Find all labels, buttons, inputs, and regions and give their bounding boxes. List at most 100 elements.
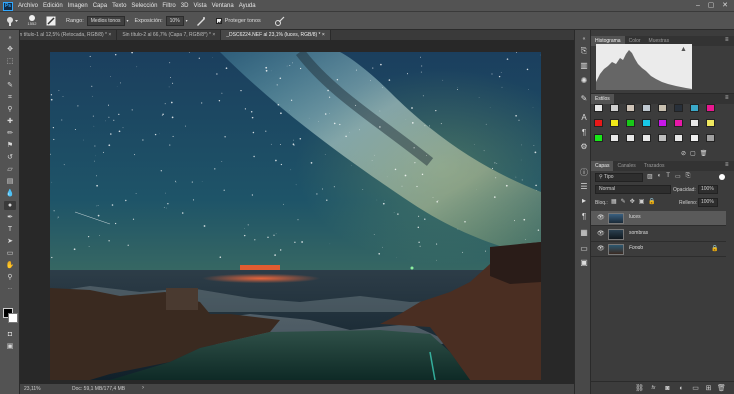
quick-selection-tool-icon[interactable]: ✎ — [4, 81, 16, 90]
delete-style-icon[interactable]: 🗑 — [700, 150, 708, 157]
clone-source-icon[interactable]: ⚙ — [579, 142, 589, 152]
brush-tool-icon[interactable]: ✏ — [4, 129, 16, 138]
path-selection-tool-icon[interactable]: ➤ — [4, 237, 16, 246]
layer-row-sombras[interactable]: 👁 sombras — [591, 227, 726, 242]
collapse-toolbar-icon[interactable]: » — [4, 34, 16, 43]
airbrush-toggle[interactable] — [196, 16, 206, 26]
exposure-input[interactable]: 10% — [165, 15, 184, 26]
libraries-panel-icon[interactable]: ☰ — [579, 182, 589, 192]
histogram-warning-icon[interactable]: ▲ — [680, 46, 687, 53]
type-tool-icon[interactable]: T — [4, 225, 16, 234]
history-brush-tool-icon[interactable]: ↺ — [4, 153, 16, 162]
style-swatch[interactable] — [610, 104, 619, 112]
clone-stamp-tool-icon[interactable]: ⚑ — [4, 141, 16, 150]
adjustment-filter-icon[interactable]: ◐ — [658, 173, 662, 180]
new-layer-icon[interactable]: ⊞ — [704, 384, 713, 393]
menu-item-ventana[interactable]: Ventana — [212, 3, 234, 9]
link-icon[interactable]: ⛓ — [635, 384, 644, 393]
more-tools-icon[interactable]: ··· — [4, 285, 16, 294]
tab-layers[interactable]: Capas — [591, 161, 614, 171]
style-swatch[interactable] — [690, 119, 699, 127]
background-color-swatch[interactable] — [8, 313, 18, 323]
style-swatch[interactable] — [706, 104, 715, 112]
style-swatch[interactable] — [626, 104, 635, 112]
info-panel-icon[interactable]: ⓘ — [579, 168, 589, 178]
lock-pixels-icon[interactable]: ✎ — [621, 198, 626, 205]
brush-settings-button[interactable] — [46, 16, 56, 26]
healing-brush-tool-icon[interactable]: ✚ — [4, 117, 16, 126]
style-swatch[interactable] — [594, 104, 603, 112]
eye-visibility-icon[interactable]: 👁 — [597, 246, 605, 252]
panel-menu-icon[interactable]: ≡ — [725, 95, 729, 101]
blend-mode-select[interactable]: Normal — [595, 185, 671, 194]
hand-tool-icon[interactable]: ✋ — [4, 261, 16, 270]
mask-icon[interactable]: ◙ — [663, 384, 672, 393]
minimize-icon[interactable]: – — [692, 1, 704, 11]
menu-item-vista[interactable]: Vista — [193, 3, 206, 9]
style-swatch[interactable] — [642, 134, 651, 142]
character-panel-icon[interactable]: A — [579, 113, 589, 123]
history-panel-icon[interactable]: ⎘ — [579, 46, 589, 56]
actions-panel-icon[interactable]: ▸ — [579, 196, 589, 206]
paragraph-panel-icon[interactable]: ¶ — [579, 128, 589, 138]
lock-position-icon[interactable]: ✥ — [630, 198, 635, 205]
lock-all-icon[interactable]: 🔒 — [648, 198, 655, 205]
pressure-size-toggle[interactable] — [274, 16, 285, 26]
close-tab-icon[interactable]: × — [108, 32, 111, 38]
tab-document-2[interactable]: Sin título-2 al 66,7% (Capa 7, RGB/8*) *… — [117, 30, 222, 40]
close-tab-icon[interactable]: × — [322, 32, 325, 38]
style-swatch[interactable] — [626, 134, 635, 142]
fill-input[interactable]: 100% — [698, 198, 718, 207]
crop-tool-icon[interactable]: ⌗ — [4, 93, 16, 102]
protect-tones-checkbox[interactable]: Proteger tonos — [215, 17, 261, 24]
menu-item-filtro[interactable]: Filtro — [162, 3, 175, 9]
panel-menu-icon[interactable]: ≡ — [725, 162, 729, 168]
collapse-dock-icon[interactable]: « — [579, 34, 589, 44]
tab-channels[interactable]: Canales — [613, 161, 639, 171]
style-swatch[interactable] — [674, 119, 683, 127]
style-swatch[interactable] — [706, 134, 715, 142]
zoom-level[interactable]: 23,11% — [24, 386, 41, 392]
blur-tool-icon[interactable]: 💧 — [4, 189, 16, 198]
tool-preset-picker[interactable] — [5, 16, 19, 26]
menu-item-edicion[interactable]: Edición — [43, 3, 63, 9]
style-swatch[interactable] — [626, 119, 635, 127]
layer-row-fondo[interactable]: 👁 Fondo 🔒 — [591, 242, 726, 257]
gradient-tool-icon[interactable]: ▤ — [4, 177, 16, 186]
eraser-tool-icon[interactable]: ▱ — [4, 165, 16, 174]
brushes-panel-icon[interactable]: ✎ — [579, 94, 589, 104]
layer-row-luces[interactable]: 👁 luces — [591, 211, 726, 226]
style-swatch[interactable] — [642, 119, 651, 127]
style-swatch[interactable] — [610, 134, 619, 142]
style-swatch[interactable] — [594, 134, 603, 142]
filter-toggle-icon[interactable] — [719, 174, 725, 180]
color-library-icon[interactable]: ▣ — [579, 258, 589, 268]
document-canvas-image[interactable] — [50, 52, 541, 380]
menu-item-texto[interactable]: Texto — [112, 3, 126, 9]
rectangle-tool-icon[interactable]: ▭ — [4, 249, 16, 258]
style-swatch[interactable] — [658, 104, 667, 112]
new-style-icon[interactable]: ▢ — [690, 150, 696, 157]
style-swatch[interactable] — [674, 134, 683, 142]
glyphs-panel-icon[interactable]: ▦ — [579, 228, 589, 238]
menu-item-ayuda[interactable]: Ayuda — [239, 3, 256, 9]
tab-paths[interactable]: Trazados — [640, 161, 669, 171]
move-tool-icon[interactable]: ✥ — [4, 45, 16, 54]
layer-filter-select[interactable]: ⚲ Tipo — [595, 173, 643, 182]
style-swatch[interactable] — [658, 134, 667, 142]
menu-item-seleccion[interactable]: Selección — [131, 3, 157, 9]
close-tab-icon[interactable]: × — [212, 32, 215, 38]
shape-filter-icon[interactable]: ▭ — [675, 173, 681, 180]
quick-mask-icon[interactable]: ◘ — [4, 330, 16, 339]
type-filter-icon[interactable]: T — [666, 173, 670, 180]
pixel-filter-icon[interactable]: ▨ — [647, 173, 653, 180]
marquee-tool-icon[interactable]: ⬚ — [4, 57, 16, 66]
tab-document-3[interactable]: _DSC6224.NEF al 23,1% (luces, RGB/8) * × — [221, 30, 331, 40]
style-swatch[interactable] — [706, 119, 715, 127]
range-select[interactable]: Medios tonos — [86, 15, 125, 26]
screen-mode-icon[interactable]: ▣ — [4, 342, 16, 351]
close-icon[interactable]: ✕ — [719, 1, 731, 11]
lasso-tool-icon[interactable]: ℓ — [4, 69, 16, 78]
menu-item-3d[interactable]: 3D — [181, 3, 189, 9]
pen-tool-icon[interactable]: ✒ — [4, 213, 16, 222]
